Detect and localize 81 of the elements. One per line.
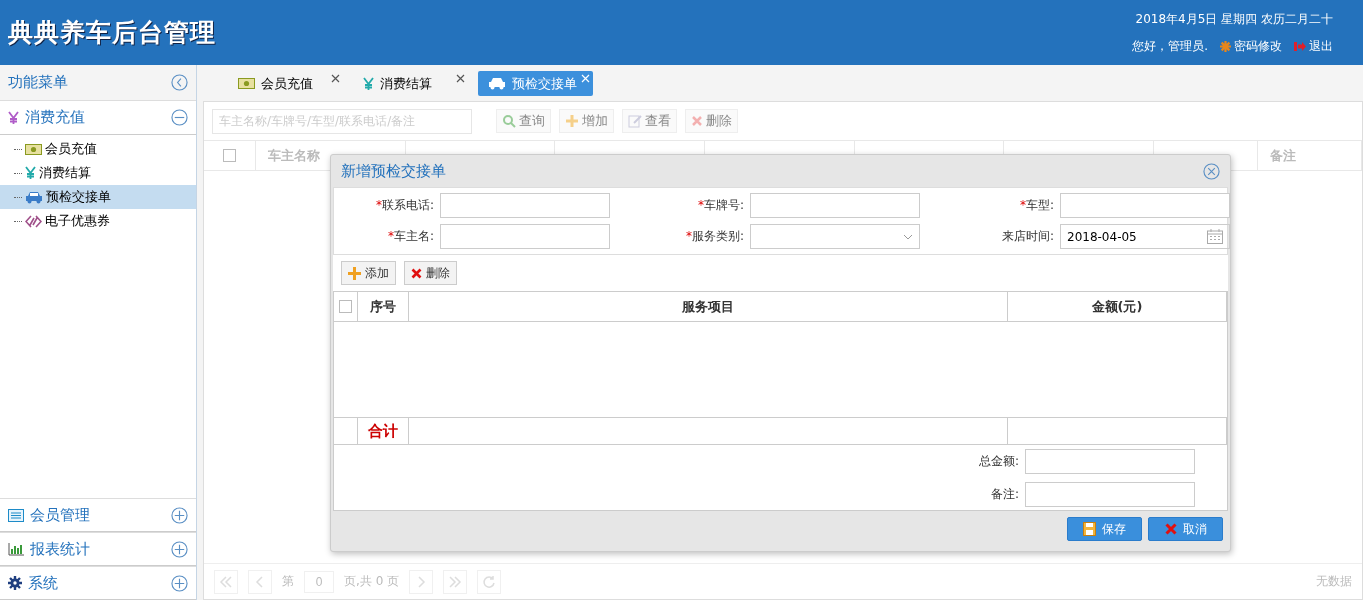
tab[interactable]: 会员充值 — [228, 71, 343, 96]
banknote-icon — [25, 143, 42, 155]
car-icon — [488, 77, 506, 90]
close-icon[interactable] — [331, 74, 340, 83]
yen-icon — [8, 110, 19, 125]
input-field[interactable] — [1025, 448, 1195, 474]
expand-icon[interactable] — [171, 574, 188, 592]
car-icon — [25, 190, 43, 204]
column-header: 金额(元) — [1008, 292, 1227, 321]
pager-text: 页,共 0 页 — [344, 573, 400, 590]
tab[interactable]: 预检交接单 — [478, 71, 593, 96]
tab[interactable]: 消费结算 — [353, 71, 468, 96]
search-icon — [502, 114, 516, 128]
greeting-text: 您好，管理员. — [1132, 37, 1208, 55]
field-label: *车型: — [1018, 197, 1054, 214]
banknote-icon — [238, 78, 255, 89]
asterisk-icon — [1220, 40, 1231, 52]
input-field[interactable] — [1060, 193, 1230, 218]
field-label: *联系电话: — [374, 197, 434, 214]
yen-icon — [363, 76, 374, 91]
refresh-icon[interactable] — [477, 569, 502, 594]
menu-group[interactable]: 会员管理 — [0, 498, 196, 532]
gear-icon — [8, 576, 22, 590]
input-field[interactable] — [440, 193, 610, 218]
total-label: 合计 — [358, 418, 409, 444]
yen-icon — [25, 166, 36, 180]
collapse-sidebar-icon[interactable] — [171, 74, 188, 91]
cancel-icon — [1164, 523, 1177, 535]
input-field[interactable] — [1025, 481, 1195, 507]
menu-item[interactable]: 电子优惠券 — [0, 209, 196, 233]
action-button[interactable]: 添加 — [341, 261, 396, 285]
app-title: 典典养车后台管理 — [8, 17, 216, 49]
checkbox[interactable] — [223, 149, 236, 162]
menu-group[interactable]: 系统 — [0, 566, 196, 600]
first-page-icon[interactable] — [214, 569, 238, 594]
date-text: 2018年4月5日 星期四 农历二月二十 — [1135, 10, 1333, 28]
input-field[interactable] — [440, 224, 610, 249]
calendar-icon[interactable] — [1207, 229, 1223, 244]
pager-text: 第 — [282, 573, 294, 590]
action-button[interactable]: 删除 — [404, 261, 457, 285]
field-label: 来店时间: — [1000, 228, 1054, 245]
field-label: 备注: — [989, 485, 1019, 503]
plus-icon — [348, 266, 361, 280]
close-icon[interactable] — [456, 74, 465, 83]
logout-link[interactable]: 退出 — [1294, 37, 1333, 55]
next-page-icon[interactable] — [409, 569, 434, 594]
save-button[interactable]: 保存 — [1067, 517, 1142, 541]
menu-item[interactable]: 预检交接单 — [0, 185, 196, 209]
status-text: 无数据 — [1316, 573, 1352, 590]
collapse-icon[interactable] — [171, 109, 188, 126]
exit-icon — [1294, 40, 1306, 52]
coupon-icon — [25, 214, 42, 228]
field-label: 总金额: — [978, 452, 1019, 470]
list-icon — [8, 508, 24, 522]
column-header: 服务项目 — [409, 292, 1008, 321]
cancel-button[interactable]: 取消 — [1148, 517, 1223, 541]
expand-icon[interactable] — [171, 540, 188, 558]
delete-icon — [691, 115, 703, 127]
field-label: *服务类别: — [684, 228, 744, 245]
delete-icon — [411, 267, 422, 279]
date-field[interactable]: 2018-04-05 — [1060, 224, 1230, 249]
chevron-down-icon — [903, 233, 913, 240]
menu-group[interactable]: 报表统计 — [0, 532, 196, 566]
previous-page-icon[interactable] — [248, 569, 272, 594]
change-password-link[interactable]: 密码修改 — [1220, 37, 1282, 55]
input-field[interactable] — [750, 193, 920, 218]
last-page-icon[interactable] — [443, 569, 468, 594]
checkbox[interactable] — [339, 300, 352, 313]
bar-chart-icon — [8, 542, 24, 556]
field-label: *车牌号: — [696, 197, 744, 214]
expand-icon[interactable] — [171, 506, 188, 524]
column-header: 备注 — [1257, 141, 1363, 170]
menu-item[interactable]: 消费结算 — [0, 161, 196, 185]
menu-item[interactable]: 会员充值 — [0, 137, 196, 161]
edit-icon — [628, 114, 642, 128]
column-header: 序号 — [358, 292, 409, 321]
select-field[interactable] — [750, 224, 920, 249]
save-icon — [1083, 522, 1096, 536]
plus-icon — [565, 114, 579, 128]
sidebar-title: 功能菜单 — [8, 73, 68, 92]
field-label: *车主名: — [386, 228, 434, 245]
